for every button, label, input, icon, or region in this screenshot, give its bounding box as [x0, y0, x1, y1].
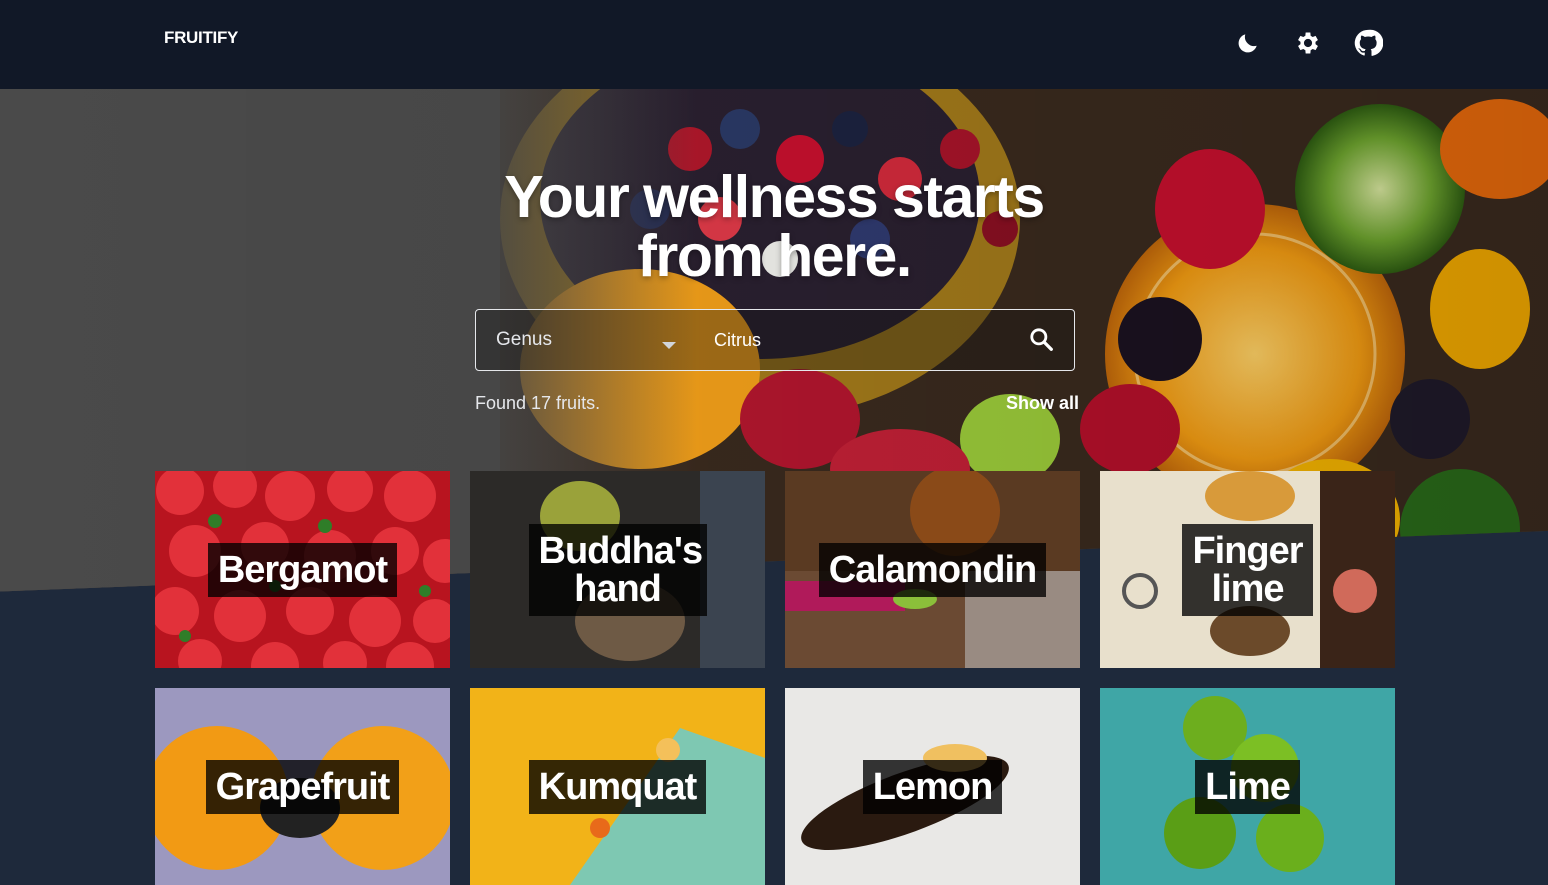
fruit-card-buddhas-hand[interactable]: Buddha's hand	[470, 471, 765, 668]
nav-icon-group	[1233, 26, 1383, 60]
fruit-card-lime[interactable]: Lime	[1100, 688, 1395, 885]
genus-select-value: Genus	[496, 329, 552, 350]
fruit-name: Lemon	[862, 759, 1003, 814]
fruit-name: Calamondin	[818, 542, 1047, 597]
card-label-wrap: Lemon	[785, 688, 1080, 885]
fruit-card-finger-lime[interactable]: Finger lime	[1100, 471, 1395, 668]
fruit-name: Bergamot	[207, 542, 398, 597]
gear-icon[interactable]	[1293, 26, 1323, 60]
github-icon[interactable]	[1353, 26, 1383, 60]
fruit-name: Lime	[1195, 759, 1300, 814]
fruit-grid: Bergamot Buddha's hand Calamondin Finger…	[155, 471, 1395, 885]
hero-headline: Your wellness starts from here.	[504, 164, 1045, 289]
top-navbar: FRUITIFY	[0, 0, 1548, 89]
fruit-name: Buddha's hand	[528, 523, 707, 616]
card-label-wrap: Buddha's hand	[470, 471, 765, 668]
fruit-name: Finger lime	[1182, 523, 1313, 616]
search-icon[interactable]	[1028, 326, 1058, 356]
brand-logo[interactable]: FRUITIFY	[164, 28, 238, 48]
show-all-link[interactable]: Show all	[1006, 393, 1079, 414]
moon-icon[interactable]	[1233, 26, 1263, 60]
card-label-wrap: Bergamot	[155, 471, 450, 668]
card-label-wrap: Finger lime	[1100, 471, 1395, 668]
card-label-wrap: Lime	[1100, 688, 1395, 885]
card-label-wrap: Grapefruit	[155, 688, 450, 885]
fruit-name: Kumquat	[528, 759, 707, 814]
search-bar: Genus	[475, 309, 1075, 371]
fruit-card-kumquat[interactable]: Kumquat	[470, 688, 765, 885]
results-count: Found 17 fruits.	[475, 393, 601, 413]
card-label-wrap: Calamondin	[785, 471, 1080, 668]
fruit-card-calamondin[interactable]: Calamondin	[785, 471, 1080, 668]
fruit-card-lemon[interactable]: Lemon	[785, 688, 1080, 885]
dropdown-arrow-icon	[662, 337, 676, 355]
fruit-name: Grapefruit	[205, 759, 400, 814]
genus-select[interactable]: Genus	[476, 310, 696, 370]
search-input[interactable]	[714, 324, 1014, 356]
fruit-card-grapefruit[interactable]: Grapefruit	[155, 688, 450, 885]
card-label-wrap: Kumquat	[470, 688, 765, 885]
fruit-card-bergamot[interactable]: Bergamot	[155, 471, 450, 668]
